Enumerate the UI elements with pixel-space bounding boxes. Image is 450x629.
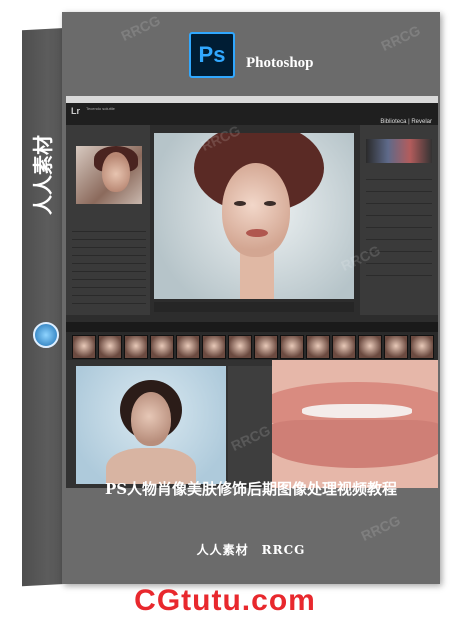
- preset-row: [72, 272, 146, 280]
- menubar: [66, 96, 438, 103]
- filmstrip-bar: [66, 322, 438, 332]
- photoshop-logo-icon: Ps: [189, 32, 235, 78]
- right-panel: [360, 125, 438, 315]
- site-watermark: CGtutu.com: [134, 584, 316, 617]
- lips-closeup-document: [272, 360, 438, 488]
- preset-row: [72, 280, 146, 288]
- film-thumb: [72, 335, 96, 359]
- film-thumb: [124, 335, 148, 359]
- navigator-face: [102, 152, 130, 192]
- panel-row: [366, 173, 432, 180]
- teeth: [302, 404, 412, 418]
- preset-row: [72, 256, 146, 264]
- film-thumb: [384, 335, 408, 359]
- box-spine: [22, 28, 64, 587]
- film-thumb: [228, 335, 252, 359]
- photo-eye-left: [234, 201, 246, 206]
- navigator-preview: [76, 146, 142, 204]
- film-thumb: [202, 335, 226, 359]
- lower-lip: [272, 420, 438, 468]
- preset-row: [72, 248, 146, 256]
- portrait-face: [131, 392, 171, 446]
- photo-toolbar: [154, 302, 354, 312]
- film-thumb: [254, 335, 278, 359]
- lightroom-logo: Lr: [71, 106, 80, 116]
- film-thumb: [280, 335, 304, 359]
- photo-eye-right: [264, 201, 276, 206]
- preset-row: [72, 264, 146, 272]
- film-thumb: [410, 335, 434, 359]
- panel-row: [366, 221, 432, 228]
- left-panel: [66, 125, 150, 315]
- film-thumb: [306, 335, 330, 359]
- spine-text: 人人素材: [30, 135, 56, 215]
- preset-list: [72, 224, 146, 304]
- panel-row: [366, 209, 432, 216]
- film-thumb: [150, 335, 174, 359]
- film-thumb: [358, 335, 382, 359]
- catalog-name: Tecendo soluttle: [86, 106, 115, 111]
- filmstrip: [66, 332, 438, 360]
- preset-row: [72, 240, 146, 248]
- photo-lips: [246, 229, 268, 237]
- panel-row: [366, 197, 432, 204]
- preset-row: [72, 232, 146, 240]
- panel-row: [366, 233, 432, 240]
- histogram: [366, 139, 432, 163]
- photo-face: [222, 163, 290, 257]
- portrait-document: [76, 366, 226, 484]
- panel-row: [366, 269, 432, 276]
- film-thumb: [98, 335, 122, 359]
- preset-row: [72, 296, 146, 304]
- photoshop-screenshot: [66, 360, 438, 488]
- product-title: PS人物肖像美肤修饰后期图像处理视频教程: [104, 480, 398, 498]
- preset-row: [72, 224, 146, 232]
- panel-row: [366, 185, 432, 192]
- main-photo: [154, 133, 354, 299]
- brand-label: 人人素材 RRCG: [196, 543, 306, 557]
- rrcg-logo-icon: [33, 322, 59, 348]
- film-thumb: [332, 335, 356, 359]
- film-thumb: [176, 335, 200, 359]
- lightroom-screenshot: Lr Tecendo soluttle Biblioteca | Revelar: [66, 96, 438, 328]
- preset-row: [72, 288, 146, 296]
- app-name: Photoshop: [246, 55, 314, 71]
